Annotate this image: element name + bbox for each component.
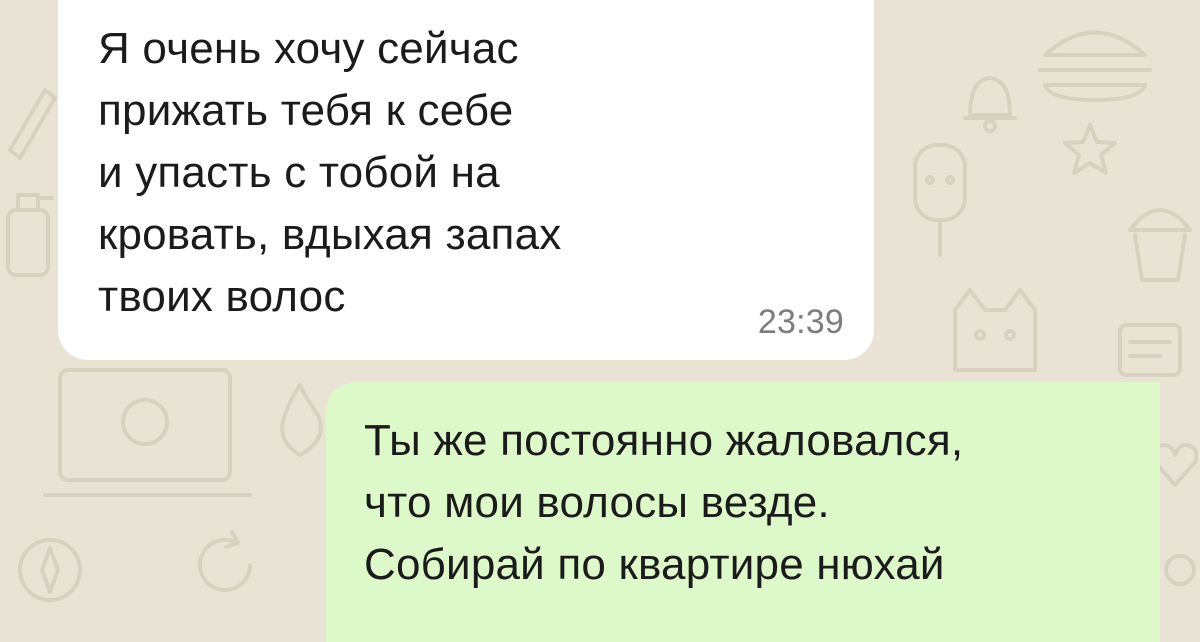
bell-icon — [963, 76, 1017, 133]
cat-icon — [953, 288, 1037, 372]
laptop-icon — [43, 368, 252, 497]
message-timestamp: 23:39 — [757, 303, 844, 341]
popsicle-icon — [913, 143, 967, 257]
message-bubble-outgoing[interactable]: Ты же постоянно жаловался, что мои волос… — [326, 382, 1160, 642]
compass-icon — [18, 538, 82, 602]
note-icon — [1118, 323, 1182, 377]
pencil-icon — [8, 88, 57, 160]
message-text-line: Ты же постоянно жаловался, — [364, 416, 964, 465]
message-text-line: Собирай по квартире нюхай — [364, 540, 945, 589]
message-text-line: что мои волосы везде. — [364, 478, 830, 527]
message-text-line: твоих волос — [98, 272, 346, 321]
message-text-line: и упасть с тобой на — [98, 148, 500, 197]
spray-bottle-icon — [6, 193, 54, 277]
message-text-line: кровать, вдыхая запах — [98, 210, 562, 259]
message-bubble-incoming[interactable]: Я очень хочу сейчас прижать тебя к себе … — [58, 0, 874, 360]
circle-icon — [1164, 554, 1196, 586]
star-icon — [1063, 123, 1117, 175]
cupcake-icon — [1128, 208, 1192, 282]
message-text-line: Я очень хочу сейчас — [98, 24, 519, 73]
refresh-icon — [198, 530, 252, 592]
burger-icon — [1038, 30, 1152, 102]
flame-icon — [280, 383, 323, 457]
message-text-line: прижать тебя к себе — [98, 86, 514, 135]
